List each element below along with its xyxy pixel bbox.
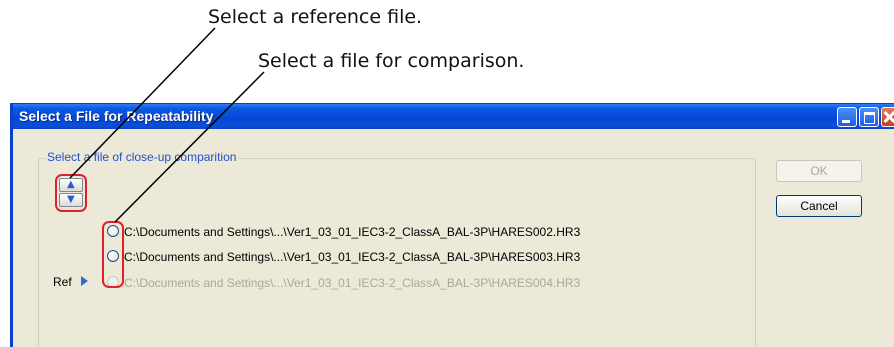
file-path-label: C:\Documents and Settings\...\Ver1_03_01… xyxy=(124,276,581,290)
reference-file-callout: Select a reference file. xyxy=(208,6,423,28)
ok-button[interactable]: OK xyxy=(776,160,862,182)
maximize-icon[interactable] xyxy=(859,107,879,127)
triangle-right-icon xyxy=(81,276,88,286)
close-icon[interactable] xyxy=(881,107,894,127)
reorder-buttons-highlight xyxy=(55,174,87,212)
radio-buttons-highlight xyxy=(102,221,124,288)
dialog-title: Select a File for Repeatability xyxy=(19,108,214,124)
file-path-label: C:\Documents and Settings\...\Ver1_03_01… xyxy=(124,225,581,239)
minimize-icon[interactable] xyxy=(837,107,857,127)
ref-label: Ref xyxy=(53,275,72,289)
title-bar[interactable]: Select a File for Repeatability xyxy=(13,104,894,129)
file-path-label: C:\Documents and Settings\...\Ver1_03_01… xyxy=(124,250,581,264)
cancel-button[interactable]: Cancel xyxy=(776,195,862,217)
annotated-screenshot: Select a reference file. Select a file f… xyxy=(0,0,894,347)
repeatability-dialog: Select a File for Repeatability Select a… xyxy=(10,103,894,347)
groupbox-legend: Select a file of close-up comparition xyxy=(45,150,239,164)
comparison-file-callout: Select a file for comparison. xyxy=(258,50,525,72)
